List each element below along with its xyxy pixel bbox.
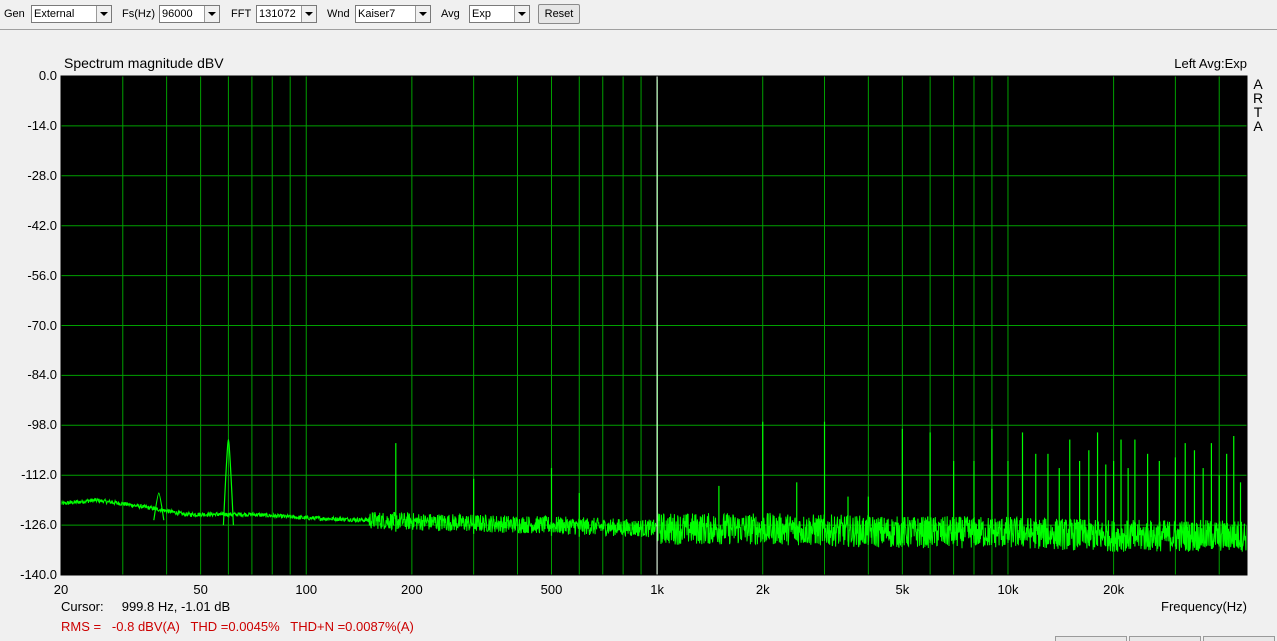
avg-select[interactable]: Exp [469,5,530,23]
x-tick-label: 100 [295,582,318,597]
cursor-value: 999.8 Hz, -1.01 dB [121,599,231,614]
fft-label: FFT [231,8,252,20]
chevron-down-icon[interactable] [204,6,219,22]
fs-select-value: 96000 [162,8,193,20]
x-tick-label: 2k [755,582,770,597]
fs-label: Fs(Hz) [122,8,155,20]
x-tick-label: 20 [53,582,69,597]
measurement-readout: RMS = -0.8 dBV(A) THD =0.0045% THD+N =0.… [61,619,414,634]
gen-select-value: External [34,8,75,20]
cursor-label: Cursor: [61,599,104,614]
gen-label: Gen [4,8,25,20]
x-tick-label: 500 [540,582,563,597]
chevron-down-icon[interactable] [415,6,430,22]
y-tick-label: -70.0 [27,317,57,333]
fs-select[interactable]: 96000 [159,5,220,23]
y-tick-label: -42.0 [27,217,57,233]
y-tick-label: -140.0 [20,567,57,582]
x-tick-label: 200 [401,582,423,597]
status-panel [1203,636,1275,641]
avg-label: Avg [441,8,460,20]
y-tick-label: -126.0 [20,517,57,533]
gen-select[interactable]: External [31,5,112,23]
x-tick-label: 5k [895,582,910,597]
toolbar: Gen External Fs(Hz) 96000 FFT 131072 Wnd… [0,0,1277,30]
x-tick-label: 10k [997,582,1019,597]
fft-select[interactable]: 131072 [256,5,317,23]
wnd-select[interactable]: Kaiser7 [355,5,431,23]
y-tick-label: -98.0 [27,417,57,433]
x-tick-label: 20k [1103,582,1125,597]
fft-select-value: 131072 [259,8,296,20]
y-tick-label: -56.0 [27,267,57,283]
spectrum-chart[interactable] [0,29,1277,589]
reset-button[interactable]: Reset [538,4,580,24]
status-panel [1055,636,1127,641]
wnd-label: Wnd [327,8,350,20]
chevron-down-icon[interactable] [96,6,111,22]
y-tick-label: -112.0 [21,467,57,483]
wnd-select-value: Kaiser7 [358,8,396,20]
chevron-down-icon[interactable] [514,6,529,22]
x-axis-label: Frequency(Hz) [1161,599,1247,614]
status-panel [1129,636,1201,641]
y-tick-label: 0.0 [38,68,57,83]
y-tick-label: -14.0 [27,117,57,133]
cursor-readout: Cursor: 999.8 Hz, -1.01 dB [61,599,230,614]
x-tick-label: 1k [650,582,664,597]
x-tick-label: 50 [193,582,208,597]
y-tick-label: -84.0 [27,367,57,383]
chevron-down-icon[interactable] [301,6,316,22]
avg-select-value: Exp [472,8,491,20]
y-tick-label: -28.0 [27,167,57,183]
measurement-text: RMS = -0.8 dBV(A) THD =0.0045% THD+N =0.… [61,619,414,634]
